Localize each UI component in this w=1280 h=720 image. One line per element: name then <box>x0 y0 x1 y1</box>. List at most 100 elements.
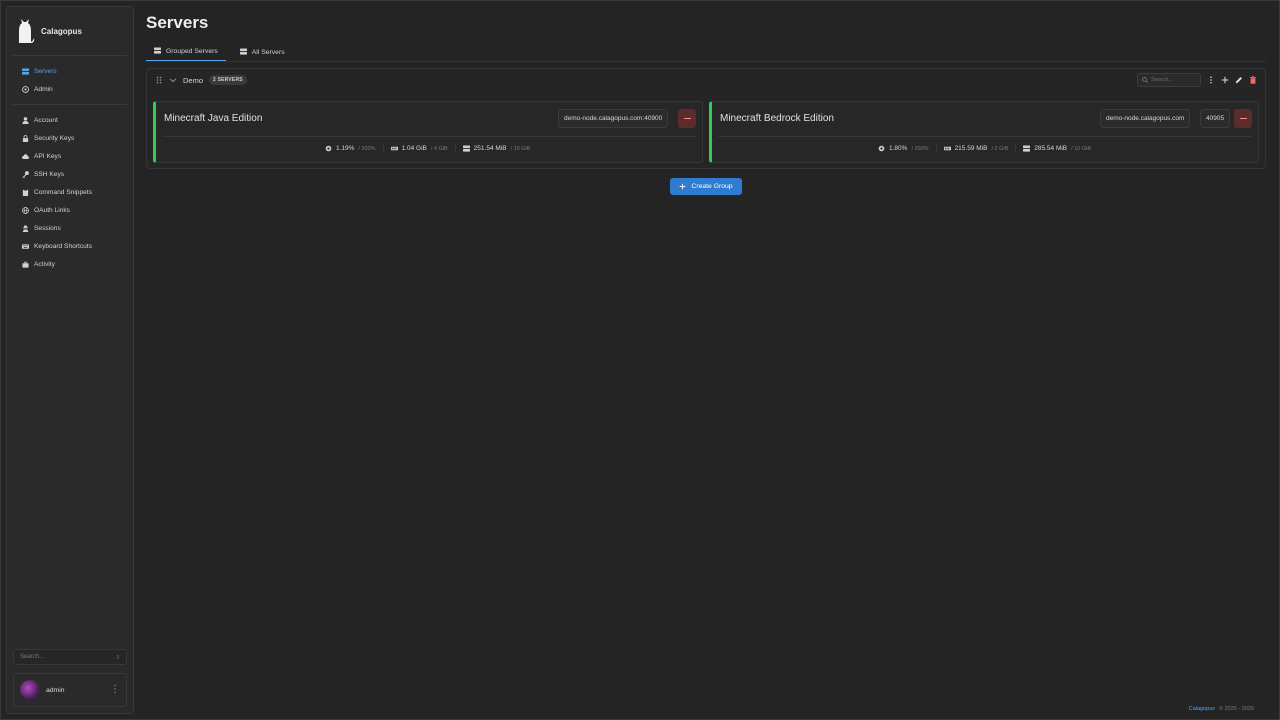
add-server-plus-icon[interactable] <box>1220 76 1229 85</box>
memory-icon <box>390 146 398 151</box>
server-address[interactable]: demo-node.calagopus.com:40900 <box>558 109 669 128</box>
edit-pencil-icon[interactable] <box>1234 76 1243 85</box>
sidebar-divider <box>13 104 127 105</box>
tab-grouped-servers[interactable]: Grouped Servers <box>146 43 226 61</box>
cpu-value: 1.19% <box>336 145 355 152</box>
more-vertical-icon[interactable]: ⋮ <box>110 685 120 695</box>
stop-icon <box>1239 118 1247 119</box>
memory-stat: 1.04 GiB / 4 GiB <box>382 145 455 152</box>
tab-all-servers[interactable]: All Servers <box>232 43 293 61</box>
server-name: Minecraft Bedrock Edition <box>720 113 834 124</box>
sidebar-item-label: API Keys <box>34 152 62 160</box>
brand[interactable]: Calagopus <box>7 7 133 51</box>
delete-trash-icon[interactable] <box>1248 76 1257 85</box>
search-icon <box>1142 77 1148 83</box>
create-group-label: Create Group <box>691 183 733 190</box>
cpu-stat: 1.80% / 200% <box>871 145 936 152</box>
memory-stat: 215.59 MiB / 2 GiB <box>935 145 1016 152</box>
sidebar-item-label: Account <box>34 116 58 124</box>
user-menu[interactable]: admin ⋮ <box>13 673 127 707</box>
server-count-badge: 2 SERVERS <box>209 75 247 85</box>
sidebar-search-placeholder: Search... <box>20 654 45 660</box>
sidebar-item-security-keys[interactable]: Security Keys <box>13 129 127 147</box>
server-name: Minecraft Java Edition <box>164 113 263 124</box>
primary-nav: Servers Admin <box>7 60 133 100</box>
stop-server-button[interactable] <box>1234 109 1252 128</box>
user-secret-icon <box>21 224 29 232</box>
cloud-icon <box>21 152 29 160</box>
create-group-button[interactable]: Create Group <box>670 178 742 195</box>
disk-value: 251.54 MiB <box>473 145 507 152</box>
sidebar-item-account[interactable]: Account <box>13 111 127 129</box>
key-icon <box>21 170 29 178</box>
drag-handle-icon[interactable] <box>155 76 163 84</box>
main-content: Servers Grouped Servers All Servers Demo… <box>146 0 1266 720</box>
servers-icon <box>21 67 29 75</box>
sidebar-item-ssh-keys[interactable]: SSH Keys <box>13 165 127 183</box>
footer-copyright: © 2025 - 2026 <box>1219 706 1254 712</box>
server-card[interactable]: Minecraft Java Edition demo-node.calagop… <box>153 101 703 163</box>
sidebar-item-label: Security Keys <box>34 134 75 142</box>
memory-value: 215.59 MiB <box>954 145 988 152</box>
sidebar-item-servers[interactable]: Servers <box>13 62 127 80</box>
sidebar-item-label: OAuth Links <box>34 206 70 214</box>
sidebar-item-sessions[interactable]: Sessions <box>13 219 127 237</box>
sidebar-item-admin[interactable]: Admin <box>13 80 127 98</box>
more-vertical-icon[interactable] <box>1206 76 1215 85</box>
card-divider <box>718 136 1252 137</box>
group-search-placeholder: Search... <box>1151 77 1174 83</box>
avatar <box>20 680 40 700</box>
server-port[interactable]: 40905 <box>1200 109 1231 128</box>
memory-value: 1.04 GiB <box>401 145 427 152</box>
group-header: Demo 2 SERVERS Search... <box>147 69 1265 91</box>
sidebar-item-label: SSH Keys <box>34 170 65 178</box>
disk-limit: / 10 GiB <box>510 145 531 152</box>
sidebar-item-activity[interactable]: Activity <box>13 255 127 273</box>
stop-server-button[interactable] <box>678 109 696 128</box>
sidebar-item-label: Sessions <box>34 224 61 232</box>
cpu-value: 1.80% <box>889 145 908 152</box>
server-card[interactable]: Minecraft Bedrock Edition demo-node.cala… <box>709 101 1259 163</box>
user-icon <box>21 116 29 124</box>
cat-logo-icon <box>19 19 35 43</box>
sidebar-item-label: Servers <box>34 67 57 75</box>
group-name: Demo <box>183 75 204 85</box>
sidebar-item-command-snippets[interactable]: Command Snippets <box>13 183 127 201</box>
briefcase-icon <box>21 260 29 268</box>
user-name: admin <box>46 686 65 694</box>
group-search-input[interactable]: Search... <box>1137 73 1201 87</box>
cpu-icon <box>878 145 885 152</box>
chevron-down-icon[interactable] <box>169 76 177 84</box>
memory-limit: / 4 GiB <box>430 145 448 152</box>
memory-icon <box>943 146 951 151</box>
servers-icon <box>239 47 247 57</box>
updown-icon: ⇕ <box>114 654 120 661</box>
server-group: Demo 2 SERVERS Search... Minecraft Java … <box>146 68 1266 169</box>
footer-link[interactable]: Calagopus <box>1189 706 1215 712</box>
disk-value: 285.54 MiB <box>1034 145 1068 152</box>
sidebar-search-input[interactable]: Search... ⇕ <box>13 649 127 665</box>
sidebar-item-oauth-links[interactable]: OAuth Links <box>13 201 127 219</box>
clipboard-icon <box>21 188 29 196</box>
footer: Calagopus © 2025 - 2026 <box>1189 706 1254 712</box>
sidebar-item-api-keys[interactable]: API Keys <box>13 147 127 165</box>
group-actions: Search... <box>1137 73 1257 87</box>
disk-icon <box>1023 145 1031 152</box>
sidebar-item-keyboard-shortcuts[interactable]: Keyboard Shortcuts <box>13 237 127 255</box>
disk-limit: / 10 GiB <box>1071 145 1092 152</box>
cpu-limit: / 200% <box>911 145 929 152</box>
brand-name: Calagopus <box>41 26 82 36</box>
server-address[interactable]: demo-node.calagopus.com <box>1100 109 1191 128</box>
tab-label: Grouped Servers <box>166 48 218 55</box>
sidebar: Calagopus Servers Admin Account Security… <box>6 6 134 714</box>
page-title: Servers <box>146 13 209 32</box>
cpu-limit: / 200% <box>358 145 376 152</box>
sidebar-item-label: Keyboard Shortcuts <box>34 242 92 250</box>
keyboard-icon <box>21 242 29 250</box>
admin-icon <box>21 85 29 93</box>
stop-icon <box>683 118 691 119</box>
disk-stat: 285.54 MiB / 10 GiB <box>1015 145 1098 152</box>
server-stats: 1.80% / 200% 215.59 MiB / 2 GiB 285.54 M… <box>871 145 1098 152</box>
cpu-stat: 1.19% / 200% <box>318 145 383 152</box>
server-stats: 1.19% / 200% 1.04 GiB / 4 GiB 251.54 MiB… <box>318 145 537 152</box>
